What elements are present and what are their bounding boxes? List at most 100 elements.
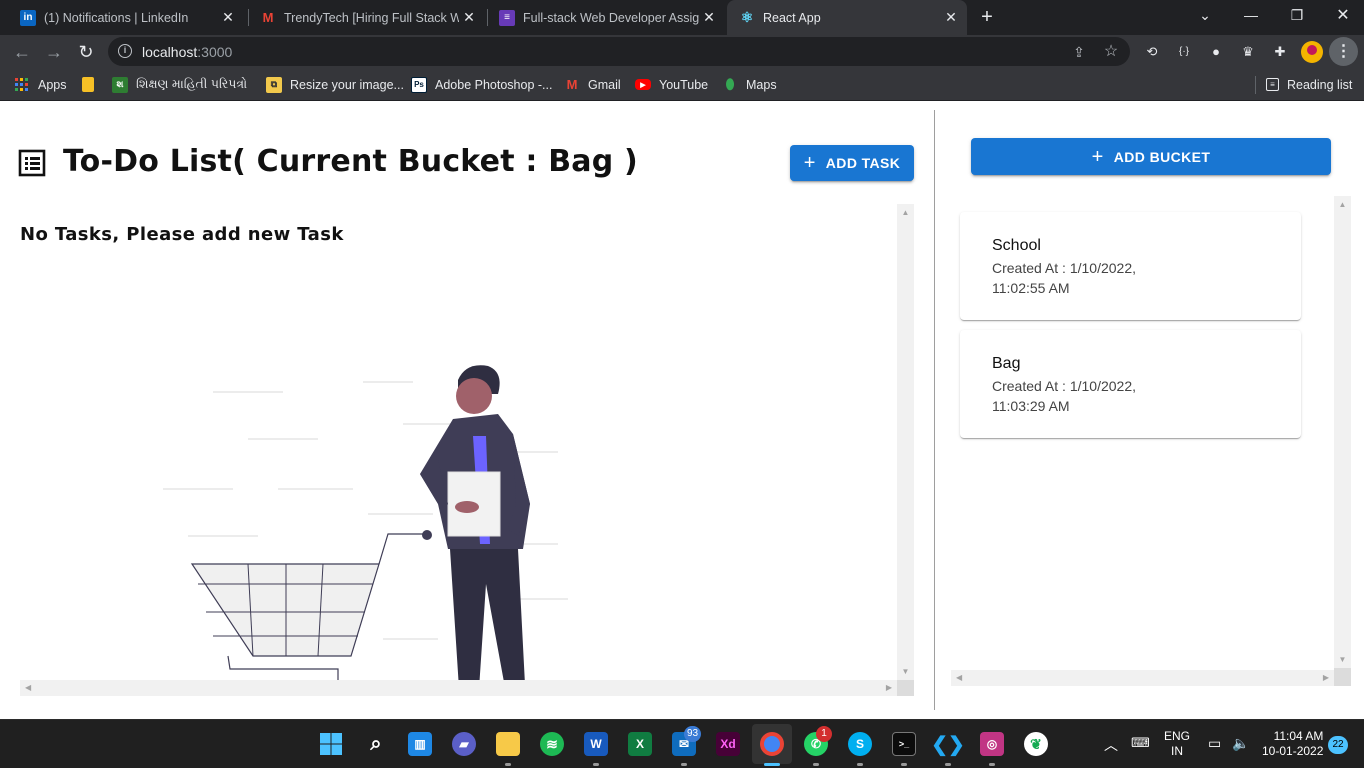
add-task-button[interactable]: + ADD TASK [790, 145, 914, 181]
page-title: To-Do List( Current Bucket : Bag ) [63, 144, 638, 179]
keyboard-icon[interactable]: ⌨ [1131, 735, 1150, 751]
close-icon[interactable]: ✕ [941, 9, 961, 26]
share-icon[interactable]: ⇪ [1070, 43, 1088, 61]
bookmark-label: YouTube [659, 77, 709, 92]
close-icon[interactable]: ✕ [459, 9, 479, 26]
profile-avatar[interactable] [1301, 41, 1323, 63]
extension-crown-icon[interactable]: ♛ [1239, 43, 1257, 61]
scroll-right-icon[interactable]: ▶ [1323, 673, 1329, 682]
bookmark-star-icon[interactable]: ☆ [1102, 43, 1120, 61]
close-icon[interactable]: ✕ [218, 9, 238, 26]
bookmark-folder[interactable] [82, 76, 102, 93]
address-url[interactable]: localhost:3000 [142, 44, 232, 60]
url-port: :3000 [197, 44, 233, 60]
volume-icon[interactable]: 🔈 [1232, 735, 1249, 752]
forms-icon: ≡ [499, 9, 515, 26]
bookmark-photoshop[interactable]: Ps Adobe Photoshop -... [411, 76, 552, 93]
chrome-icon[interactable] [760, 732, 784, 756]
plus-icon: + [1091, 145, 1104, 168]
tab-gmail[interactable]: M TrendyTech [Hiring Full Stack Web ✕ [248, 0, 485, 35]
running-indicator [593, 763, 599, 766]
browser-tab-strip: in (1) Notifications | LinkedIn ✕ M Tren… [0, 0, 1364, 35]
bookmark-maps[interactable]: ⬮ Maps [722, 76, 777, 93]
tasks-vertical-scrollbar[interactable]: ▲ ▼ [897, 204, 914, 680]
extensions-puzzle-icon[interactable]: ✚ [1271, 43, 1289, 61]
reload-icon[interactable]: ↻ [74, 40, 98, 64]
bookmark-youtube[interactable]: ▶ YouTube [635, 76, 708, 93]
apps-grid-icon [14, 77, 30, 93]
address-bar[interactable]: i localhost:3000 ⇪ ☆ [108, 37, 1130, 66]
tab-forms[interactable]: ≡ Full-stack Web Developer Assign ✕ [487, 0, 725, 35]
buckets-horizontal-scrollbar[interactable]: ◀ ▶ [951, 670, 1334, 686]
tasks-horizontal-scrollbar[interactable]: ◀ ▶ [20, 680, 897, 696]
scroll-up-icon[interactable]: ▲ [1334, 200, 1351, 209]
bookmark-apps[interactable]: Apps [14, 76, 67, 93]
adobe-xd-icon[interactable]: Xd [716, 732, 740, 756]
add-bucket-button[interactable]: + ADD BUCKET [971, 138, 1331, 175]
buckets-vertical-scrollbar[interactable]: ▲ ▼ [1334, 196, 1351, 668]
running-indicator [901, 763, 907, 766]
bookmark-gmail[interactable]: M Gmail [564, 76, 621, 93]
instagram-icon[interactable]: ◎ [980, 732, 1004, 756]
minimize-icon[interactable]: — [1228, 0, 1274, 30]
gujarat-edu-icon: શ [112, 76, 128, 93]
site-info-icon[interactable]: i [118, 44, 132, 58]
shopping-cart-illustration [163, 365, 568, 696]
skype-icon[interactable]: S [848, 732, 872, 756]
scroll-left-icon[interactable]: ◀ [25, 683, 31, 692]
chrome-menu-icon[interactable]: ⋮ [1329, 37, 1358, 66]
bucket-card[interactable]: Bag Created At : 1/10/2022, 11:03:29 AM [960, 330, 1301, 438]
reading-list-button[interactable]: ≡ Reading list [1266, 76, 1352, 93]
running-indicator [989, 763, 995, 766]
forward-icon[interactable]: → [42, 40, 66, 64]
bookmark-label: Adobe Photoshop -... [435, 77, 553, 92]
clock[interactable]: 11:04 AM 10-01-2022 [1262, 729, 1323, 759]
extension-json-icon[interactable]: {·} [1175, 43, 1193, 61]
maps-icon: ⬮ [725, 76, 735, 92]
start-icon[interactable] [319, 732, 343, 756]
word-icon[interactable]: W [584, 732, 608, 756]
add-task-label: ADD TASK [825, 155, 901, 171]
window-close-icon[interactable]: ✕ [1320, 0, 1364, 30]
bucket-card[interactable]: School Created At : 1/10/2022, 11:02:55 … [960, 212, 1301, 320]
restore-icon[interactable]: ❐ [1274, 0, 1320, 30]
scroll-up-icon[interactable]: ▲ [897, 208, 914, 217]
bookmarks-bar: Apps શ શિક્ષણ માહિતી પરિપત્રો ⧉ Resize y… [0, 68, 1364, 101]
network-icon[interactable]: ▭ [1208, 735, 1221, 752]
excel-icon[interactable]: X [628, 732, 652, 756]
tab-search-icon[interactable]: ⌄ [1182, 0, 1228, 30]
mail-badge: 93 [684, 726, 702, 742]
bookmark-gujarat-edu[interactable]: શ શિક્ષણ માહિતી પરિપત્રો [112, 76, 247, 93]
tab-react-app[interactable]: ⚛ React App ✕ [727, 0, 967, 35]
teams-chat-icon[interactable]: ▰ [452, 732, 476, 756]
close-icon[interactable]: ✕ [699, 9, 719, 26]
file-explorer-icon[interactable] [496, 732, 520, 756]
vscode-icon[interactable]: ❮❯ [931, 732, 965, 756]
tasks-container: No Tasks, Please add new Task [20, 204, 914, 696]
folder-icon [82, 77, 94, 92]
terminal-icon[interactable]: >_ [892, 732, 916, 756]
scroll-down-icon[interactable]: ▼ [897, 667, 914, 676]
bookmark-label: Maps [746, 77, 777, 92]
spotify-icon[interactable]: ≋ [540, 732, 564, 756]
chevron-up-icon[interactable]: ︿ [1104, 735, 1118, 755]
scroll-right-icon[interactable]: ▶ [886, 683, 892, 692]
back-icon[interactable]: ← [10, 40, 34, 64]
bookmark-label: Resize your image... [290, 77, 404, 92]
active-indicator [764, 763, 780, 766]
plus-icon: + [803, 152, 816, 174]
language-indicator[interactable]: ENG IN [1164, 729, 1190, 759]
extension-grammar-icon[interactable]: ● [1207, 43, 1225, 61]
tab-linkedin[interactable]: in (1) Notifications | LinkedIn ✕ [8, 0, 244, 35]
extension-sync-icon[interactable]: ⟲ [1143, 43, 1161, 61]
scroll-left-icon[interactable]: ◀ [956, 673, 962, 682]
widgets-icon[interactable]: ▥ [408, 732, 432, 756]
notification-count-badge[interactable]: 22 [1328, 736, 1348, 754]
bookmark-resize-image[interactable]: ⧉ Resize your image... [266, 76, 404, 93]
mongodb-icon[interactable]: ❦ [1024, 732, 1048, 756]
linkedin-icon: in [20, 9, 36, 26]
search-icon[interactable]: ⌕ [364, 732, 388, 756]
browser-toolbar: ← → ↻ i localhost:3000 ⇪ ☆ ⟲ {·} ● ♛ ✚ ⋮ [0, 35, 1364, 68]
new-tab-button[interactable]: + [976, 6, 998, 28]
scroll-down-icon[interactable]: ▼ [1334, 655, 1351, 664]
